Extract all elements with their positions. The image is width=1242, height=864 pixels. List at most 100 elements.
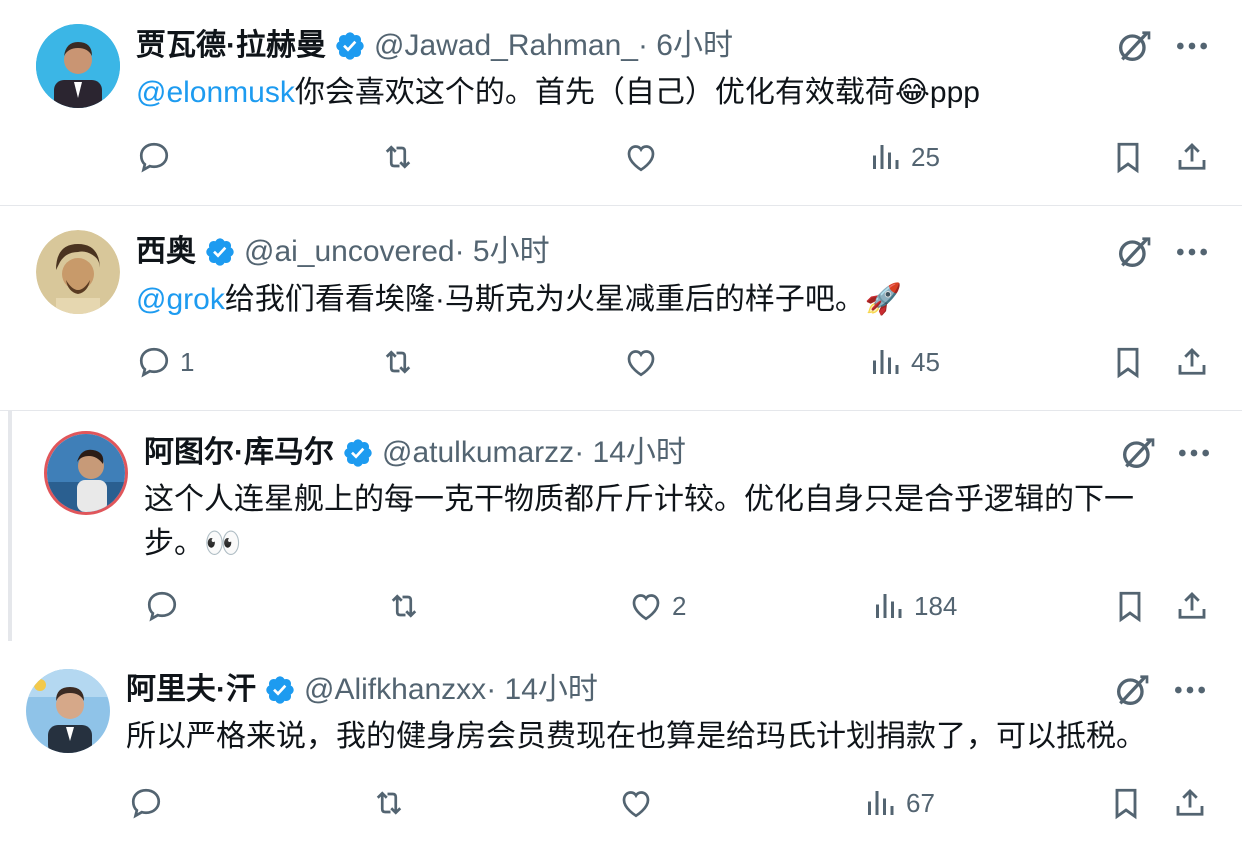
like-icon [623,344,659,380]
like-count: 2 [672,590,687,621]
timestamp[interactable]: · 5小时 [455,232,550,272]
tweet-text-content: 给我们看看埃隆·马斯克为火星减重后的样子吧。🚀 [224,283,903,316]
views-icon [862,785,898,821]
verified-badge-icon [334,30,366,62]
bookmark-icon [1112,588,1148,624]
bookmark-button[interactable] [1110,139,1146,175]
share-icon [1172,785,1208,821]
views-count: 67 [906,787,935,818]
views-icon [867,139,903,175]
reply-icon [128,785,164,821]
views-count: 45 [911,346,940,377]
share-button[interactable] [1174,588,1210,624]
retweet-button[interactable] [371,785,415,821]
timestamp[interactable]: · 14小时 [486,670,598,710]
retweet-icon [371,785,407,821]
like-icon [623,139,659,175]
grok-icon[interactable] [1118,433,1158,473]
bookmark-icon [1110,139,1146,175]
more-icon[interactable] [1174,433,1214,473]
views-icon [867,344,903,380]
like-button[interactable] [623,344,667,380]
share-icon [1174,344,1210,380]
bookmark-button[interactable] [1112,588,1148,624]
views-count: 184 [914,590,958,621]
views-button[interactable]: 25 [867,139,940,175]
bookmark-button[interactable] [1108,785,1144,821]
views-button[interactable]: 184 [870,588,957,624]
retweet-button[interactable] [380,344,424,380]
reply-button[interactable] [136,139,180,175]
retweet-button[interactable] [380,139,424,175]
tweet-text: 所以严格来说，我的健身房会员费现在也算是给玛氏计划捐款了，可以抵税。 [126,715,1146,759]
display-name[interactable]: 阿图尔·库马尔 [144,433,334,473]
tweet-text: @elonmusk你会喜欢这个的。首先（自己）优化有效载荷😂ppp [136,71,980,115]
like-button[interactable]: 2 [628,588,686,624]
reply-icon [136,344,172,380]
share-icon [1174,588,1210,624]
tweet-header: 西奥 @ai_uncovered · 5小时 [136,232,550,272]
tweet-text-line-2: 步。👀 [144,527,242,560]
handle[interactable]: @Alifkhanzxx [304,670,486,710]
views-icon [870,588,906,624]
timestamp[interactable]: · 14小时 [574,433,686,473]
like-button[interactable] [623,139,667,175]
tweet-2[interactable]: 西奥 @ai_uncovered · 5小时 @grok给我们看看埃隆·马斯克为… [0,206,1242,410]
handle[interactable]: @Jawad_Rahman_ [374,26,638,66]
share-button[interactable] [1172,785,1208,821]
retweet-icon [386,588,422,624]
share-button[interactable] [1174,344,1210,380]
bookmark-icon [1108,785,1144,821]
reply-count: 1 [180,346,195,377]
tweet-3[interactable]: 阿图尔·库马尔 @atulkumarzz · 14小时 这个人连星舰上的每一克干… [0,411,1242,641]
avatar[interactable] [26,669,110,753]
handle[interactable]: @atulkumarzz [382,433,574,473]
views-count: 25 [911,141,940,172]
tweet-1[interactable]: 贾瓦德·拉赫曼 @Jawad_Rahman_ · 6小时 @elonmusk你会… [0,0,1242,205]
views-button[interactable]: 45 [867,344,940,380]
tweet-text-line-1: 这个人连星舰上的每一克干物质都斤斤计较。优化自身只是合乎逻辑的下一 [144,483,1134,516]
verified-badge-icon [342,437,374,469]
avatar[interactable] [36,230,120,314]
reply-icon [136,139,172,175]
handle[interactable]: @ai_uncovered [244,232,455,272]
avatar[interactable] [44,431,128,515]
like-icon [628,588,664,624]
retweet-button[interactable] [386,588,430,624]
display-name[interactable]: 西奥 [136,232,196,272]
tweet-text-content: 你会喜欢这个的。首先（自己）优化有效载荷😂ppp [294,76,980,109]
tweet-header: 贾瓦德·拉赫曼 @Jawad_Rahman_ · 6小时 [136,26,733,66]
verified-badge-icon [264,674,296,706]
tweet-text: @grok给我们看看埃隆·马斯克为火星减重后的样子吧。🚀 [136,278,902,322]
more-icon[interactable] [1170,670,1210,710]
verified-badge-icon [204,236,236,268]
like-button[interactable] [618,785,662,821]
tweet-header: 阿图尔·库马尔 @atulkumarzz · 14小时 [144,433,686,473]
tweet-4[interactable]: 阿里夫·汗 @Alifkhanzxx · 14小时 所以严格来说，我的健身房会员… [0,645,1242,864]
tweet-header: 阿里夫·汗 @Alifkhanzxx · 14小时 [126,670,598,710]
bookmark-button[interactable] [1110,344,1146,380]
reply-button[interactable] [144,588,188,624]
avatar[interactable] [36,24,120,108]
timestamp[interactable]: · 6小时 [638,26,733,66]
display-name[interactable]: 贾瓦德·拉赫曼 [136,26,326,66]
display-name[interactable]: 阿里夫·汗 [126,670,256,710]
more-icon[interactable] [1172,26,1212,66]
share-icon [1174,139,1210,175]
share-button[interactable] [1174,139,1210,175]
views-button[interactable]: 67 [862,785,935,821]
like-icon [618,785,654,821]
reply-icon [144,588,180,624]
mention-link[interactable]: @elonmusk [136,76,295,109]
grok-icon[interactable] [1114,232,1154,272]
more-icon[interactable] [1172,232,1212,272]
mention-link[interactable]: @grok [136,283,225,316]
grok-icon[interactable] [1114,26,1154,66]
grok-icon[interactable] [1112,670,1152,710]
reply-button[interactable]: 1 [136,344,194,380]
tweet-text: 这个人连星舰上的每一克干物质都斤斤计较。优化自身只是合乎逻辑的下一 步。👀 [144,478,1184,566]
bookmark-icon [1110,344,1146,380]
reply-button[interactable] [128,785,172,821]
tweet-text-content: 所以严格来说，我的健身房会员费现在也算是给玛氏计划捐款了，可以抵税。 [126,720,1146,753]
retweet-icon [380,344,416,380]
